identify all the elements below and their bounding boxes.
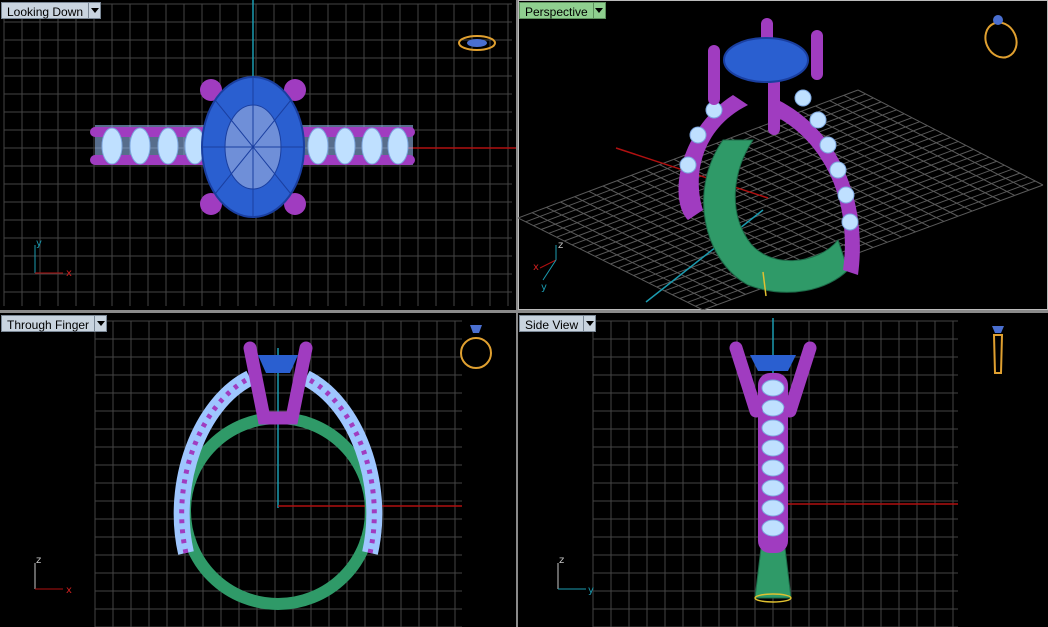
- axis-label-y: y: [541, 282, 547, 293]
- view-cube-front-icon[interactable]: [460, 325, 492, 369]
- viewport-title[interactable]: Perspective: [519, 2, 594, 19]
- axis-label-x: x: [66, 268, 72, 279]
- viewport-title[interactable]: Looking Down: [1, 2, 90, 19]
- view-cube-side-icon[interactable]: [992, 326, 1004, 374]
- viewport-label-looking-down[interactable]: Looking Down: [1, 2, 102, 19]
- axis-label-x: x: [533, 262, 539, 273]
- axis-label-y: y: [588, 585, 594, 596]
- viewport-label-perspective[interactable]: Perspective: [519, 2, 606, 19]
- viewport-through-finger[interactable]: z x Through Finger: [0, 313, 516, 627]
- center-gem: [258, 355, 298, 373]
- viewport-menu-arrow-icon[interactable]: [593, 2, 606, 19]
- viewport-looking-down[interactable]: y x Looking Down: [0, 0, 516, 310]
- viewport-perspective[interactable]: z x y Perspective: [518, 0, 1048, 310]
- viewport-menu-arrow-icon[interactable]: [89, 2, 102, 19]
- viewport-label-side-view[interactable]: Side View: [519, 315, 597, 332]
- viewport-menu-arrow-icon[interactable]: [95, 315, 108, 332]
- axis-triad: z y: [557, 555, 594, 596]
- axis-label-z: z: [559, 555, 564, 566]
- viewport-label-through-finger[interactable]: Through Finger: [1, 315, 108, 332]
- center-gem: [750, 355, 796, 371]
- perspective-scene[interactable]: z x y: [518, 0, 1048, 310]
- looking-down-scene[interactable]: y x: [0, 0, 516, 310]
- viewport-menu-arrow-icon[interactable]: [584, 315, 597, 332]
- axis-label-y: y: [36, 238, 42, 249]
- axis-label-x: x: [66, 585, 72, 596]
- viewport-title[interactable]: Side View: [519, 315, 585, 332]
- viewport-title[interactable]: Through Finger: [1, 315, 96, 332]
- through-finger-scene[interactable]: z x: [0, 313, 516, 627]
- view-cube-perspective-icon[interactable]: [980, 15, 1022, 63]
- axis-label-z: z: [558, 240, 563, 251]
- center-gem: [723, 37, 809, 83]
- axis-triad: z x y: [533, 240, 563, 293]
- ring-shank: [754, 547, 792, 599]
- axis-triad: y x: [34, 238, 72, 279]
- side-view-scene[interactable]: z y: [518, 313, 1048, 627]
- axis-label-z: z: [36, 555, 41, 566]
- axis-triad: z x: [34, 555, 72, 596]
- viewport-side-view[interactable]: z y Side View: [518, 313, 1048, 627]
